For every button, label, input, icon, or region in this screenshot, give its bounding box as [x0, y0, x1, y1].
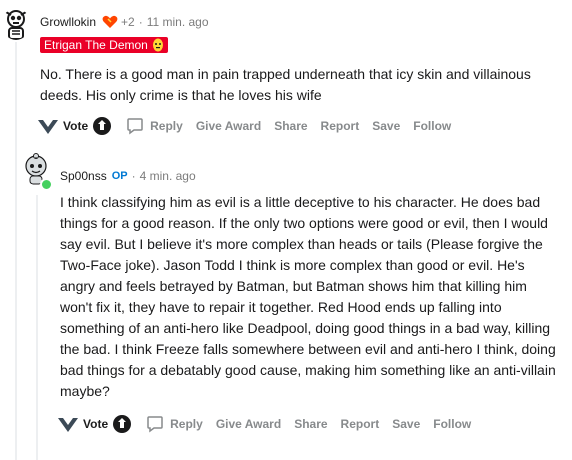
downvote-icon[interactable]	[92, 116, 112, 136]
flair-mask-icon	[152, 38, 163, 52]
vote-label[interactable]: Vote	[83, 417, 108, 431]
online-status-dot	[40, 178, 53, 191]
follow-button[interactable]: Follow	[433, 417, 471, 431]
comment-body: I think classifying him as evil is a lit…	[60, 194, 556, 399]
vote-control: Vote	[36, 116, 112, 136]
share-label: Share	[274, 119, 308, 133]
follow-label: Follow	[413, 119, 452, 133]
author-name[interactable]: Sp00nss	[60, 169, 107, 183]
user-flair: Etrigan The Demon	[40, 37, 168, 53]
reply-bubble-icon	[147, 416, 163, 433]
op-badge: OP	[111, 170, 128, 182]
upvote-arrow-icon[interactable]	[56, 414, 80, 434]
give-award-button[interactable]: Give Award	[216, 417, 281, 431]
timestamp[interactable]: 4 min. ago	[140, 169, 196, 183]
avatar-skeleton[interactable]	[2, 8, 30, 40]
give-award-button[interactable]: Give Award	[196, 119, 261, 133]
give-award-label: Give Award	[195, 119, 262, 133]
comment-actions: Vote Reply Give Award Share Report Save …	[36, 116, 464, 136]
reply-button[interactable]: Reply	[126, 117, 183, 135]
reply-label: Reply	[150, 119, 183, 133]
share-button[interactable]: Share	[294, 417, 327, 431]
vote-label[interactable]: Vote	[63, 119, 88, 133]
upvote-arrow-icon[interactable]	[36, 116, 60, 136]
report-label: Report	[340, 417, 380, 431]
award-count[interactable]: +2	[121, 15, 135, 29]
author-name[interactable]: Growllokin	[40, 15, 96, 29]
reply-button[interactable]: Reply	[146, 415, 203, 433]
save-label: Save	[392, 417, 421, 431]
report-button[interactable]: Report	[321, 119, 360, 133]
share-label: Share	[294, 417, 328, 431]
save-button[interactable]: Save	[392, 417, 420, 431]
reply-label: Reply	[170, 417, 203, 431]
comment-body: No. There is a good man in pain trapped …	[40, 66, 531, 103]
share-button[interactable]: Share	[274, 119, 307, 133]
award-heart-icon[interactable]	[102, 15, 118, 29]
thread-line-main[interactable]	[15, 42, 17, 460]
comment-meta: Growllokin +2 · 11 min. ago	[40, 15, 209, 29]
meta-separator: ·	[138, 15, 143, 29]
follow-button[interactable]: Follow	[413, 119, 451, 133]
downvote-icon[interactable]	[112, 414, 132, 434]
vote-control: Vote	[56, 414, 132, 434]
meta-separator: ·	[131, 169, 136, 183]
thread-line-reply[interactable]	[36, 195, 38, 460]
comment-meta: Sp00nss OP · 4 min. ago	[60, 169, 196, 183]
reply-bubble-icon	[127, 118, 143, 135]
give-award-label: Give Award	[215, 417, 282, 431]
comment-actions: Vote Reply Give Award Share Report Save …	[56, 414, 484, 434]
save-label: Save	[372, 119, 401, 133]
report-button[interactable]: Report	[341, 417, 380, 431]
report-label: Report	[320, 119, 360, 133]
follow-label: Follow	[433, 417, 472, 431]
timestamp[interactable]: 11 min. ago	[147, 15, 209, 29]
flair-text: Etrigan The Demon	[44, 38, 148, 52]
save-button[interactable]: Save	[372, 119, 400, 133]
